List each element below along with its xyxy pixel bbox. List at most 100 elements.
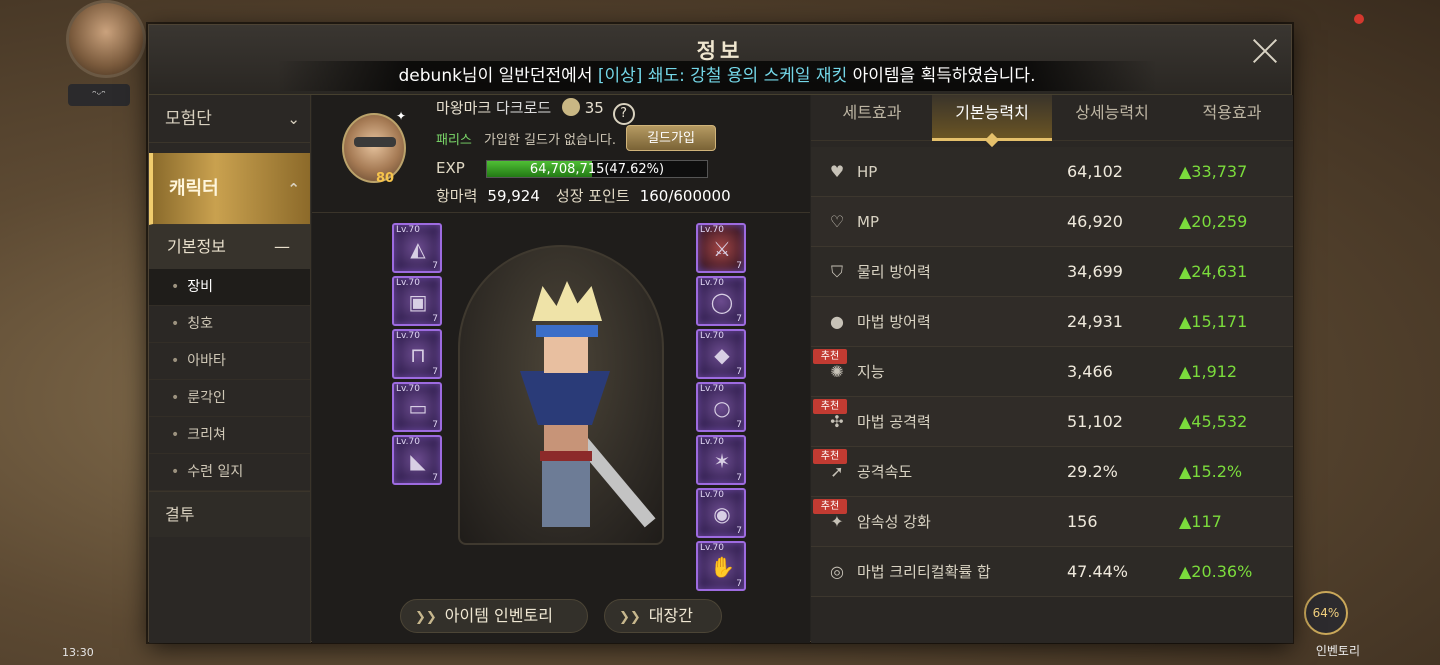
- help-icon[interactable]: ?: [612, 103, 635, 125]
- inventory-percent-badge[interactable]: 64%: [1304, 591, 1348, 635]
- character-level: 80: [376, 171, 395, 186]
- sprite-face: [544, 337, 588, 373]
- chevron-down-icon: ⌄: [287, 110, 300, 128]
- sidebar-group-adventure[interactable]: 모험단 ⌄: [149, 95, 310, 143]
- tab-label: 적용효과: [1202, 103, 1262, 122]
- item-inventory-label: 아이템 인벤토리: [444, 606, 553, 625]
- slot-level: Lv.70: [700, 384, 724, 394]
- slot-quality: 7: [432, 420, 438, 430]
- stat-row[interactable]: ➚ 추천 공격속도 29.2% ▲15.2%: [811, 447, 1293, 497]
- background-clock: 13:30: [62, 646, 94, 659]
- equipment-slot-bracelet[interactable]: Lv.70 ◯ 7: [696, 276, 746, 326]
- equipment-slot-pants[interactable]: Lv.70 ⊓ 7: [392, 329, 442, 379]
- slot-quality: 7: [736, 473, 742, 483]
- tab-1[interactable]: 세트효과: [812, 95, 932, 141]
- stats-area: 세트효과 기본능력치 상세능력치 적용효과 ♥ HP 64,102 ▲33,737 ♡ MP 46…: [811, 95, 1293, 643]
- recommended-badge: 추천: [813, 499, 847, 514]
- blacksmith-button[interactable]: ❯❯ 대장간: [604, 599, 722, 633]
- shoulder-icon: ◭: [410, 237, 426, 261]
- shield-icon: ⛉: [830, 262, 843, 281]
- inventory-label[interactable]: 인벤토리: [1316, 642, 1360, 659]
- stat-row[interactable]: ✺ 추천 지능 3,466 ▲1,912: [811, 347, 1293, 397]
- stat-list: ♥ HP 64,102 ▲33,737 ♡ MP 46,920 ▲20,259 ⛉ 물리 방어력 3…: [811, 147, 1293, 597]
- equipment-slot-magic-stone[interactable]: Lv.70 ◉ 7: [696, 488, 746, 538]
- sidebar-item-avatar[interactable]: 아바타: [149, 343, 310, 380]
- character-name: 마왕마크: [436, 99, 492, 117]
- tab-label: 기본능력치: [955, 103, 1029, 122]
- tab-4[interactable]: 적용효과: [1172, 95, 1292, 141]
- character-sprite: [510, 281, 656, 535]
- power-value: 59,924: [487, 187, 540, 205]
- bracelet-icon: ◯: [710, 290, 734, 314]
- tab-2[interactable]: 기본능력치: [932, 95, 1052, 148]
- pants-icon: ⊓: [410, 343, 426, 367]
- character-name-row: 마왕마크 다크로드 35 ?: [436, 97, 635, 125]
- recommended-badge: 추천: [813, 399, 847, 414]
- attack-speed-icon: ➚: [830, 462, 844, 481]
- stat-increase: ▲33,737: [1179, 162, 1248, 181]
- sidebar-group-duel[interactable]: 결투: [149, 491, 310, 537]
- active-tab-diamond-icon: [984, 132, 1000, 148]
- stat-row[interactable]: ♥ HP 64,102 ▲33,737: [811, 147, 1293, 197]
- sidebar-item-rune[interactable]: 룬각인: [149, 380, 310, 417]
- sidebar-sub-basic-info[interactable]: 기본정보 —: [149, 225, 310, 269]
- chevron-up-icon: ⌃: [287, 180, 300, 198]
- stat-row[interactable]: ⛉ 물리 방어력 34,699 ▲24,631: [811, 247, 1293, 297]
- sprite-hair: [532, 281, 602, 321]
- item-inventory-button[interactable]: ❯❯ 아이템 인벤토리: [400, 599, 588, 633]
- stat-value: 47.44%: [1067, 562, 1129, 581]
- equipment-slot-shoulder[interactable]: Lv.70 ◭ 7: [392, 223, 442, 273]
- notification-dot: [1354, 14, 1364, 24]
- stat-value: 3,466: [1067, 362, 1113, 381]
- sidebar-item-training-log[interactable]: 수련 일지: [149, 454, 310, 491]
- slot-quality: 7: [432, 261, 438, 271]
- slot-quality: 7: [432, 473, 438, 483]
- support-icon: ✶: [713, 449, 731, 473]
- ring-icon: ○: [713, 396, 731, 420]
- equipment-slot-weapon[interactable]: Lv.70 ⚔ 7: [696, 223, 746, 273]
- equipment-slot-support[interactable]: Lv.70 ✶ 7: [696, 435, 746, 485]
- equipment-slot-necklace[interactable]: Lv.70 ◆ 7: [696, 329, 746, 379]
- brain-icon: ✺: [830, 362, 844, 381]
- equipment-slot-ring[interactable]: Lv.70 ○ 7: [696, 382, 746, 432]
- stat-row[interactable]: ♡ MP 46,920 ▲20,259: [811, 197, 1293, 247]
- equipment-slot-boots[interactable]: Lv.70 ◣ 7: [392, 435, 442, 485]
- stat-name: 마법 크리티컬확률 합: [857, 563, 991, 581]
- stat-row[interactable]: ● 마법 방어력 24,931 ▲15,171: [811, 297, 1293, 347]
- join-guild-button[interactable]: 길드가입: [626, 125, 716, 151]
- sprite-legs: [542, 461, 590, 527]
- sidebar-item-creature[interactable]: 크리쳐: [149, 417, 310, 454]
- fame-icon: [561, 98, 580, 116]
- stat-row[interactable]: ◎ 마법 크리티컬확률 합 47.44% ▲20.36%: [811, 547, 1293, 597]
- stat-row[interactable]: ✣ 추천 마법 공격력 51,102 ▲45,532: [811, 397, 1293, 447]
- exp-label: EXP: [436, 159, 465, 177]
- double-chevron-icon: ❯❯: [415, 610, 437, 625]
- character-profile: 80 ✦ 마왕마크 다크로드 35 ? 패리스 가입한 길드가 없습니다. 길드…: [312, 95, 810, 213]
- stat-name: 마법 공격력: [857, 413, 931, 431]
- character-portrait[interactable]: 80: [342, 113, 406, 186]
- slot-quality: 7: [432, 314, 438, 324]
- sidebar-group-character[interactable]: 캐릭터 ⌃: [149, 153, 310, 225]
- stat-value: 46,920: [1067, 212, 1123, 231]
- equipment-slot-top-armor[interactable]: Lv.70 ▣ 7: [392, 276, 442, 326]
- stat-row[interactable]: ✦ 추천 암속성 강화 156 ▲117: [811, 497, 1293, 547]
- slot-level: Lv.70: [700, 437, 724, 447]
- equipment-slot-belt[interactable]: Lv.70 ▭ 7: [392, 382, 442, 432]
- slot-level: Lv.70: [700, 543, 724, 553]
- close-icon[interactable]: [1249, 35, 1281, 67]
- heart-icon: ♥: [829, 162, 845, 181]
- stat-increase: ▲20,259: [1179, 212, 1248, 231]
- slot-quality: 7: [432, 367, 438, 377]
- slot-quality: 7: [736, 420, 742, 430]
- sidebar-item-title[interactable]: 칭호: [149, 306, 310, 343]
- stat-increase: ▲15.2%: [1179, 462, 1243, 481]
- tab-3[interactable]: 상세능력치: [1052, 95, 1172, 141]
- sidebar-item-equipment[interactable]: 장비: [149, 269, 310, 306]
- earring-icon: ✋: [710, 555, 735, 579]
- equipment-slot-earring[interactable]: Lv.70 ✋ 7: [696, 541, 746, 591]
- notice-suffix: 아이템을 획득하였습니다.: [847, 66, 1036, 86]
- stat-name: 물리 방어력: [857, 263, 931, 281]
- tab-label: 세트효과: [842, 103, 902, 122]
- fame-level: 35: [584, 99, 604, 117]
- character-area: 80 ✦ 마왕마크 다크로드 35 ? 패리스 가입한 길드가 없습니다. 길드…: [312, 95, 810, 643]
